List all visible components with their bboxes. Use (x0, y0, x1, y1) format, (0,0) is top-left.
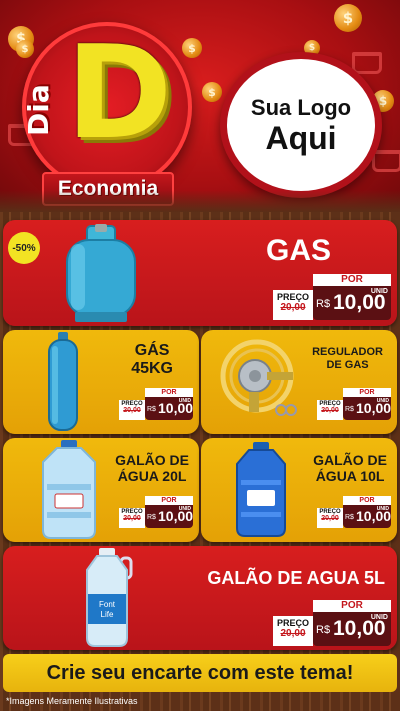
preco-label: PREÇO (276, 618, 309, 628)
price-tag: POR PREÇO 20,00 R$ 10,00 UNID (273, 274, 391, 320)
currency-symbol: R$ (345, 406, 354, 413)
old-price: 20,00 (321, 515, 339, 522)
water-bottle-5l-icon: Font Life (86, 548, 133, 647)
currency-symbol: R$ (147, 406, 156, 413)
gas-regulator-icon (220, 339, 297, 416)
product-card-galao-5l: Font Life GALÃO DE AGUA 5L POR PREÇO 20,… (3, 546, 397, 650)
product-title-line1: REGULADOR (312, 346, 383, 358)
product-title: GALÃO DE AGUA 5L (207, 568, 385, 588)
product-card-galao-20l: GALÃO DE ÁGUA 20L POR PREÇO 20,00 R$ 10,… (3, 438, 199, 542)
new-price-box: R$ 10,00 UNID (343, 505, 391, 528)
new-price-box: R$ 10,00 UNID (145, 505, 193, 528)
product-card-regulador: REGULADOR DE GAS POR PREÇO 20,00 R$ 10,0… (201, 330, 397, 434)
product-title-line2: DE GAS (326, 358, 369, 371)
currency-symbol: R$ (345, 514, 354, 521)
unit-label: UNID (376, 506, 389, 512)
dollar-coin-icon: $ (182, 38, 202, 58)
old-price-box: PREÇO 20,00 (273, 616, 313, 646)
water-jug-10l-icon (236, 442, 286, 537)
old-price: 20,00 (280, 628, 306, 639)
product-title: GALÃO DE ÁGUA 10L (313, 452, 387, 484)
por-label: POR (313, 600, 391, 612)
logo-placeholder-line1: Sua Logo (250, 95, 352, 120)
price-tag: POR PREÇO 20,00 R$ 10,00 UNID (317, 388, 391, 420)
new-price-box: R$ 10,00 UNID (313, 286, 391, 320)
currency-symbol: R$ (316, 624, 331, 636)
new-price-box: R$ 10,00 UNID (145, 397, 193, 420)
por-label: POR (313, 274, 391, 286)
shopping-cart-icon (352, 52, 382, 74)
product-title: GÁS 45KG (131, 342, 173, 379)
unit-label: UNID (376, 398, 389, 404)
product-card-gas: GAS POR PREÇO 20,00 R$ 10,00 UNID (3, 220, 397, 326)
product-title-line2: ÁGUA 10L (315, 468, 385, 485)
por-label: POR (343, 388, 391, 397)
old-price-box: PREÇO 20,00 (119, 400, 145, 420)
por-label: POR (145, 388, 193, 397)
old-price-box: PREÇO 20,00 (273, 290, 313, 320)
logo-banner-economia: Economia (42, 172, 174, 206)
product-title: GAS (265, 234, 331, 267)
unit-label: UNID (370, 288, 388, 295)
dollar-coin-icon: $ (202, 82, 222, 102)
por-label: POR (145, 496, 193, 505)
product-title-line1: GALÃO DE (115, 452, 189, 468)
discount-badge: -50% (8, 232, 40, 264)
disclaimer: *Imagens Meramente Ilustrativas (6, 696, 138, 706)
unit-label: UNID (178, 506, 191, 512)
price-tag: POR PREÇO 20,00 R$ 10,00 UNID (273, 600, 391, 646)
unit-label: UNID (370, 614, 388, 621)
preco-label: PREÇO (276, 292, 309, 302)
shopping-cart-icon (372, 150, 400, 172)
tall-gas-cylinder-icon (48, 332, 78, 431)
price-tag: POR PREÇO 20,00 R$ 10,00 UNID (317, 496, 391, 528)
product-card-galao-10l: GALÃO DE ÁGUA 10L POR PREÇO 20,00 R$ 10,… (201, 438, 397, 542)
old-price: 20,00 (280, 302, 306, 313)
product-card-gas-45kg: GÁS 45KG POR PREÇO 20,00 R$ 10,00 UNID (3, 330, 199, 434)
dollar-coin-icon: $ (334, 4, 362, 32)
product-title-line2: ÁGUA 20L (117, 468, 187, 485)
unit-label: UNID (178, 398, 191, 404)
bottle-label-line2: Life (101, 610, 114, 619)
bottle-label-line1: Font (99, 600, 116, 609)
old-price: 20,00 (123, 407, 141, 414)
cta-banner[interactable]: Crie seu encarte com este tema! (3, 654, 397, 692)
price-tag: POR PREÇO 20,00 R$ 10,00 UNID (119, 388, 193, 420)
header-banner: $ $ $ $ $ $ $ D Dia Economia Sua Logo Aq… (0, 0, 400, 212)
product-title-line1: GALÃO DE (313, 452, 387, 468)
product-title: GALÃO DE ÁGUA 20L (115, 452, 189, 484)
old-price-box: PREÇO 20,00 (317, 508, 343, 528)
product-title-line2: 45KG (131, 360, 173, 378)
water-jug-20l-icon (42, 440, 96, 539)
currency-symbol: R$ (316, 298, 331, 310)
price-tag: POR PREÇO 20,00 R$ 10,00 UNID (119, 496, 193, 528)
old-price: 20,00 (123, 515, 141, 522)
logo-word-dia: Dia (22, 84, 55, 136)
logo-letter-d: D (66, 19, 173, 168)
product-title: REGULADOR DE GAS (312, 346, 383, 371)
dollar-coin-icon: $ (16, 40, 34, 58)
currency-symbol: R$ (147, 514, 156, 521)
flyer-page: $ $ $ $ $ $ $ D Dia Economia Sua Logo Aq… (0, 0, 400, 711)
por-label: POR (343, 496, 391, 505)
new-price-box: R$ 10,00 UNID (343, 397, 391, 420)
logo-placeholder: Sua Logo Aqui (220, 52, 382, 198)
product-title-line1: GÁS (134, 342, 170, 359)
old-price: 20,00 (321, 407, 339, 414)
old-price-box: PREÇO 20,00 (317, 400, 343, 420)
old-price-box: PREÇO 20,00 (119, 508, 145, 528)
gas-cylinder-icon (66, 224, 136, 322)
logo-placeholder-line2: Aqui (265, 120, 337, 156)
new-price-box: R$ 10,00 UNID (313, 612, 391, 646)
